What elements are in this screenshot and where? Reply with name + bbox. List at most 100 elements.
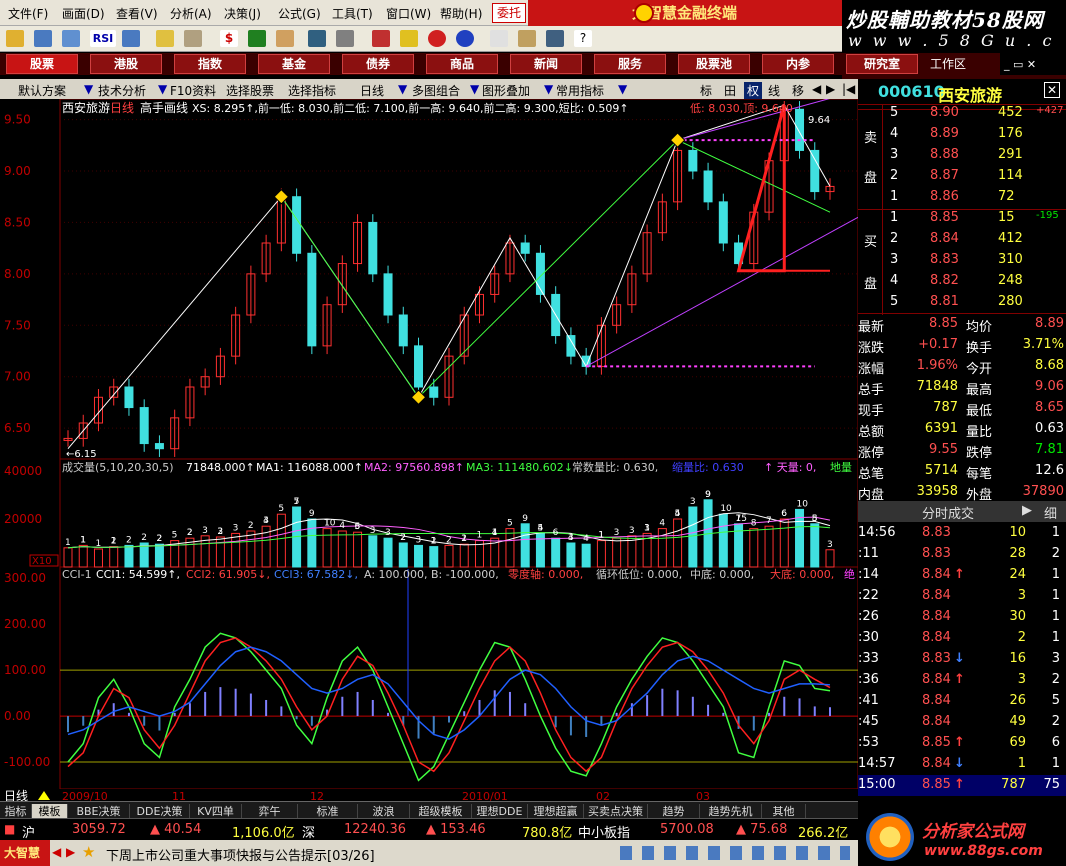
cross-icon[interactable] — [156, 30, 174, 47]
menu-window[interactable]: 窗口(W) — [386, 5, 431, 22]
volume-bar — [581, 543, 591, 568]
subbar-multi-chart[interactable]: 多图组合 — [412, 82, 460, 99]
subbar-daily[interactable]: 日线 — [360, 82, 384, 99]
stat-row: 涨跌 +0.17 换手 3.71% — [858, 335, 1066, 356]
quote-cell: 8.85 — [922, 735, 951, 750]
star-icon: ★ — [82, 843, 96, 861]
menu-view[interactable]: 查看(V) — [116, 5, 158, 22]
binoculars-icon[interactable] — [308, 30, 326, 47]
book-icon[interactable] — [546, 30, 564, 47]
btn-right-arrow[interactable]: ▶ — [826, 82, 835, 96]
trades-detail-tab[interactable]: 细 — [1044, 503, 1057, 522]
candle-body — [383, 273, 393, 316]
stock-chart[interactable]: 9.50 9.00 8.50 8.00 7.50 7.00 6.50 40000 20000 X… — [0, 99, 858, 801]
quote-cell: 6391 — [924, 421, 958, 436]
tab-insider[interactable]: 内参 — [762, 54, 834, 74]
entrust-button[interactable]: 委托 — [492, 3, 526, 23]
note-icon[interactable] — [490, 30, 508, 47]
window-icon[interactable] — [62, 30, 80, 47]
window-controls[interactable]: _ ▭ ✕ — [1004, 58, 1062, 72]
btn-left-arrow[interactable]: ◀ — [812, 82, 821, 96]
subbar-f10[interactable]: F10资料 — [170, 82, 216, 99]
tab-commodity[interactable]: 商品 — [426, 54, 498, 74]
quote-cell: +427 — [1036, 105, 1064, 116]
dropdown-icon[interactable]: ▼ — [544, 82, 553, 96]
dropdown-icon[interactable]: ▼ — [398, 82, 407, 96]
candle-body — [688, 149, 698, 172]
ruler-icon[interactable] — [184, 30, 202, 47]
tab-hk[interactable]: 港股 — [90, 54, 162, 74]
red-ball-icon[interactable] — [428, 30, 446, 47]
calc-icon[interactable] — [518, 30, 536, 47]
subbar-overlay[interactable]: 图形叠加 — [482, 82, 530, 99]
btn-mark[interactable]: 标 — [700, 82, 712, 99]
subbar-select-stock[interactable]: 选择股票 — [226, 82, 274, 99]
dropdown-icon[interactable]: ▼ — [470, 82, 479, 96]
menu-decision[interactable]: 决策(J) — [224, 5, 261, 22]
quote-cell: 24 — [1009, 567, 1026, 582]
ask-row: 3 8.88 291 — [858, 145, 1066, 166]
menu-tools[interactable]: 工具(T) — [332, 5, 373, 22]
menu-help[interactable]: 帮助(H) — [440, 5, 482, 22]
tab-service[interactable]: 服务 — [594, 54, 666, 74]
subbar-tech-analysis[interactable]: 技术分析 — [98, 82, 146, 99]
trades-arrow-icon[interactable]: ▶ — [1022, 503, 1032, 518]
dropdown-icon[interactable]: ▼ — [158, 82, 167, 96]
tab-index[interactable]: 指数 — [174, 54, 246, 74]
stat-row: 涨幅 1.96% 今开 8.68 — [858, 356, 1066, 377]
tab-news[interactable]: 新闻 — [510, 54, 582, 74]
btn-collapse[interactable]: |◀ — [842, 82, 855, 96]
menu-analysis[interactable]: 分析(A) — [170, 5, 212, 22]
dropdown-icon[interactable]: ▼ — [618, 82, 627, 96]
stat-row: 总额 6391 量比 0.63 — [858, 419, 1066, 440]
tab-research[interactable]: 研究室 — [846, 54, 918, 74]
tab-stock-pool[interactable]: 股票池 — [678, 54, 750, 74]
workarea-label[interactable]: 工作区 — [930, 55, 1010, 74]
menu-formula[interactable]: 公式(G) — [278, 5, 321, 22]
close-quote-icon[interactable]: ✕ — [1044, 82, 1060, 98]
blue-ball-icon[interactable] — [456, 30, 474, 47]
dollar-icon[interactable]: $ — [220, 30, 238, 47]
sz-index[interactable]: 12240.36 — [344, 822, 406, 837]
diamond-icon[interactable] — [400, 30, 418, 47]
btn-grid[interactable]: 田 — [724, 82, 736, 99]
trade-row: :30 8.84 2 1 — [858, 628, 1066, 649]
sh-index[interactable]: 3059.72 — [72, 822, 126, 837]
tab-bond[interactable]: 债券 — [342, 54, 414, 74]
footer-right-arrow-icon[interactable]: ▶ — [66, 845, 75, 859]
grid-icon[interactable] — [122, 30, 140, 47]
tab-fund[interactable]: 基金 — [258, 54, 330, 74]
cci2-value: CCI2: 61.905↓, — [186, 568, 270, 581]
btn-move[interactable]: 移 — [792, 82, 804, 99]
btn-line[interactable]: 线 — [768, 82, 780, 99]
rsi-icon[interactable]: RSI — [90, 30, 116, 47]
tool-icon[interactable] — [336, 30, 354, 47]
volume-count-label: 4 — [568, 533, 574, 543]
candle-body — [718, 201, 728, 244]
volume-count-label: 2 — [446, 535, 452, 545]
footer-brand[interactable]: 大智慧 — [0, 840, 50, 866]
trade-row: 14:57 8.84 ↓ 1 1 — [858, 754, 1066, 775]
ask-row: 2 8.87 114 — [858, 166, 1066, 187]
chart-icon[interactable] — [34, 30, 52, 47]
subbar-default-scheme[interactable]: 默认方案 — [18, 82, 66, 99]
help-cursor-icon[interactable]: ? — [574, 30, 592, 47]
footer-quick-buttons[interactable] — [620, 846, 850, 860]
cci-cyc: 循环低位: 0.000, — [596, 567, 682, 581]
pin-icon[interactable] — [372, 30, 390, 47]
subbar-select-indicator[interactable]: 选择指标 — [288, 82, 336, 99]
dropdown-icon[interactable]: ▼ — [84, 82, 93, 96]
flag-icon[interactable] — [248, 30, 266, 47]
subbar-common-indicators[interactable]: 常用指标 — [556, 82, 604, 99]
open-icon[interactable] — [6, 30, 24, 47]
trades-tab[interactable]: 分时成交 — [922, 503, 974, 522]
footer-news[interactable]: 下周上市公司重大事项快报与公告提示[03/26] — [106, 845, 375, 864]
zx-index[interactable]: 5700.08 — [660, 822, 714, 837]
quote-cell: 787 — [1001, 777, 1026, 792]
cup-icon[interactable] — [276, 30, 294, 47]
footer-left-arrow-icon[interactable]: ◀ — [52, 845, 61, 859]
menu-view-screen[interactable]: 画面(D) — [62, 5, 105, 22]
tab-stocks[interactable]: 股票 — [6, 54, 78, 74]
btn-rights[interactable]: 权 — [744, 82, 763, 99]
menu-file[interactable]: 文件(F) — [8, 5, 48, 22]
